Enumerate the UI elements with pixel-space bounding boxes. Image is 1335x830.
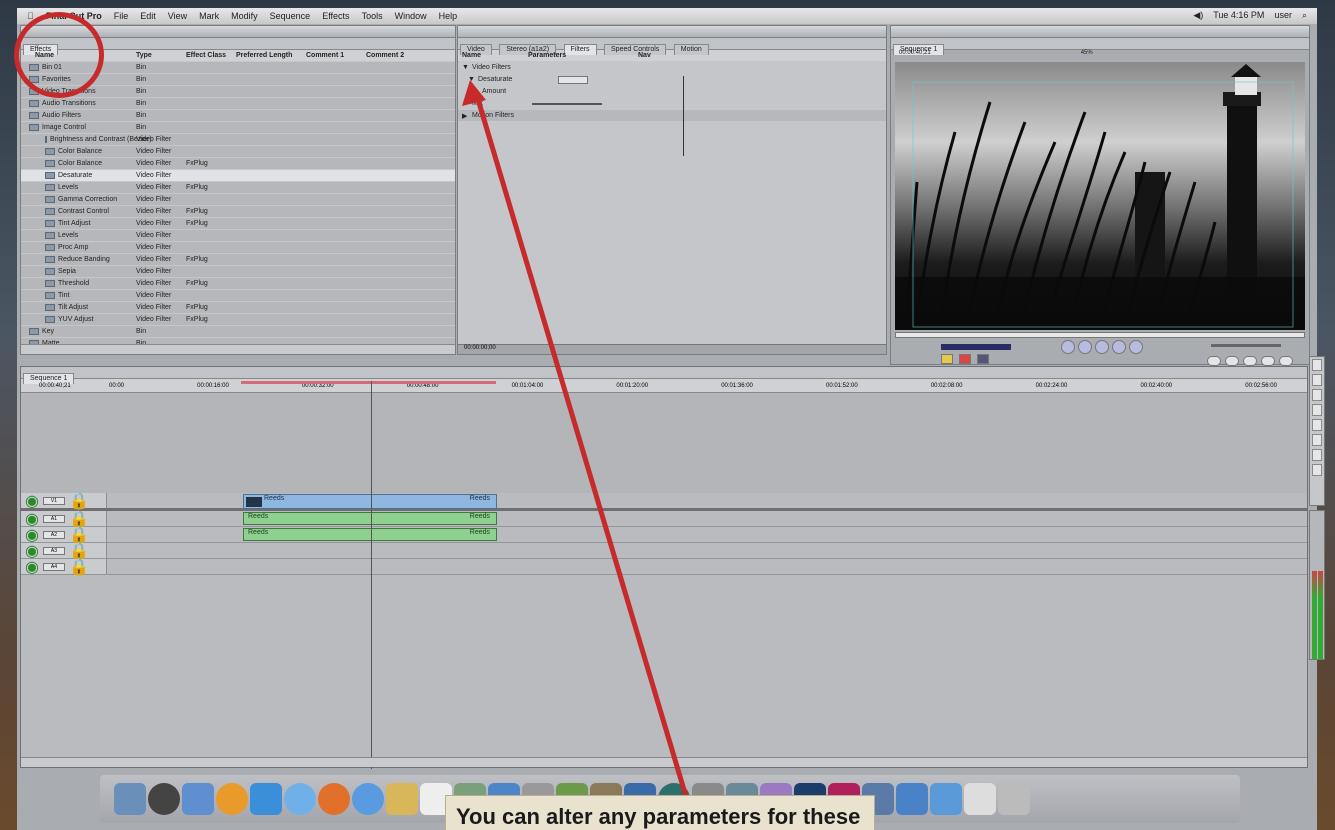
- annotation-arrow: [462, 80, 693, 811]
- caption-box: You can alter any parameters for these: [445, 795, 875, 830]
- caption-text: You can alter any parameters for these: [456, 804, 861, 829]
